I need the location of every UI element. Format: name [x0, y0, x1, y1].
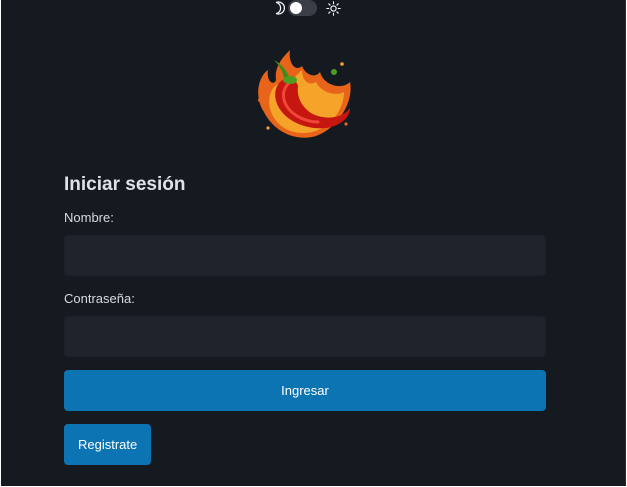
register-button[interactable]: Registrate — [64, 424, 152, 465]
login-title: Iniciar sesión — [64, 174, 186, 195]
password-input[interactable] — [64, 316, 546, 357]
app-container: Iniciar sesión Nombre: Contraseña: Ingre… — [1, 0, 626, 486]
login-form: Iniciar sesión Nombre: Contraseña: Ingre… — [64, 171, 546, 465]
name-label: Nombre: — [64, 210, 114, 225]
sun-icon — [326, 0, 341, 16]
moon-icon — [275, 1, 285, 15]
theme-switch[interactable] — [288, 0, 317, 16]
login-button[interactable]: Ingresar — [64, 370, 546, 411]
chili-pepper-logo — [258, 50, 351, 138]
name-input[interactable] — [64, 235, 546, 276]
theme-toggle[interactable] — [273, 0, 341, 16]
password-label: Contraseña: — [64, 291, 135, 306]
theme-switch-knob — [290, 2, 302, 14]
